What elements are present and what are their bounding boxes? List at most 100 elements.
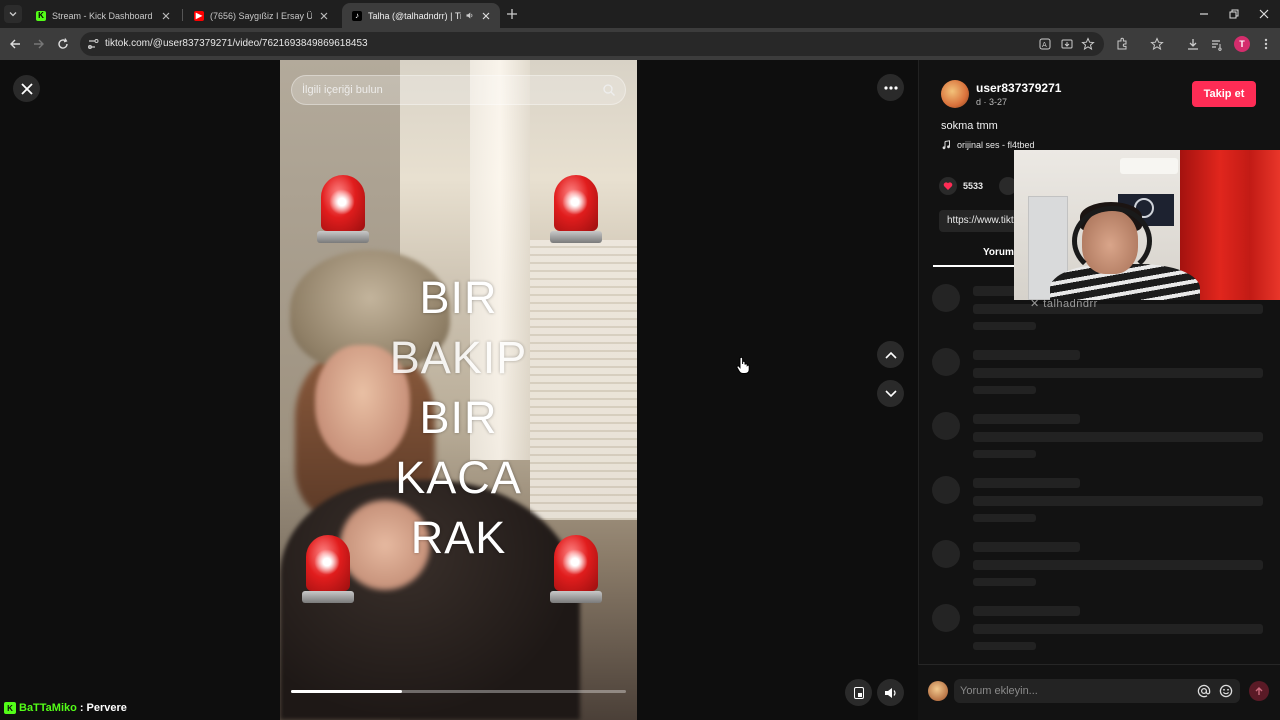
tiktok-icon: ♪ — [352, 10, 362, 21]
close-tab-icon[interactable] — [160, 10, 172, 22]
like-button[interactable]: 5533 — [939, 176, 983, 196]
comment-placeholder: Yorum ekleyin... — [960, 685, 1038, 697]
speaker-icon[interactable] — [465, 10, 474, 21]
volume-button[interactable] — [877, 679, 904, 706]
skeleton-bar — [973, 542, 1080, 552]
svg-text:A: A — [1042, 41, 1047, 49]
bookmark-star-icon[interactable] — [1081, 37, 1095, 51]
search-placeholder: İlgili içeriği bulun — [302, 84, 383, 96]
stream-chat-message: K BaTTaMiko : Pervere — [4, 702, 127, 714]
restore-icon[interactable] — [1227, 7, 1241, 21]
close-player-button[interactable] — [13, 75, 40, 102]
follow-button[interactable]: Takip et — [1192, 81, 1256, 107]
webcam-watermark: ✕ talhadndrr — [1030, 297, 1098, 310]
browser-tab-youtube[interactable]: ▶ (7656) Saygıßiz I Ersay Üner, Gü — [184, 3, 338, 28]
emoji-icon[interactable] — [1219, 684, 1233, 698]
minimize-icon[interactable] — [1197, 7, 1211, 21]
chevron-down-icon — [884, 389, 897, 397]
close-window-icon[interactable] — [1257, 7, 1271, 21]
browser-tab-tiktok[interactable]: ♪ Talha (@talhadndrr) | TikTok — [342, 3, 500, 28]
video-caption-overlay: BIR BAKIP BIR KACA RAK — [280, 268, 637, 568]
mention-icon[interactable] — [1197, 684, 1211, 698]
download-icon[interactable] — [1186, 37, 1200, 51]
send-comment-button[interactable] — [1249, 681, 1269, 701]
previous-video-button[interactable] — [877, 341, 904, 368]
more-vertical-icon[interactable] — [1259, 37, 1273, 51]
forward-arrow-icon[interactable] — [32, 37, 46, 51]
author-username[interactable]: user837379271 — [976, 81, 1061, 95]
bookmarks-icon[interactable] — [1150, 37, 1164, 51]
floating-player-button[interactable] — [845, 679, 872, 706]
skeleton-bar — [973, 624, 1263, 634]
music-title: orijinal ses - fl4tbed — [957, 140, 1035, 150]
new-tab-icon[interactable] — [505, 7, 519, 21]
close-tab-icon[interactable] — [318, 10, 330, 22]
extensions-icon[interactable] — [1115, 37, 1129, 51]
skeleton-avatar — [932, 284, 960, 312]
kick-icon: K — [36, 10, 46, 21]
reload-icon[interactable] — [56, 37, 70, 51]
active-tab-underline — [933, 265, 1023, 267]
related-search-input[interactable]: İlgili içeriği bulun — [291, 75, 626, 105]
skeleton-bar — [973, 578, 1036, 586]
music-note-icon — [942, 140, 950, 150]
music-link[interactable]: orijinal ses - fl4tbed — [941, 140, 1035, 150]
address-bar[interactable]: tiktok.com/@user837379271/video/76216938… — [80, 32, 1104, 56]
video-description: sokma tmm — [941, 120, 998, 132]
volume-icon — [884, 687, 896, 698]
video-frame[interactable]: BIR BAKIP BIR KACA RAK İlgili içeriği bu… — [280, 60, 637, 720]
url-text: tiktok.com/@user837379271/video/76216938… — [105, 38, 368, 49]
skeleton-avatar — [932, 412, 960, 440]
skeleton-avatar — [932, 476, 960, 504]
like-count: 5533 — [963, 181, 984, 191]
watermark-handle: talhadndrr — [1043, 298, 1098, 310]
profile-avatar[interactable]: T — [1234, 36, 1250, 52]
browser-tab-kick[interactable]: K Stream - Kick Dashboard — [26, 3, 180, 28]
tab-title: Stream - Kick Dashboard — [52, 10, 153, 21]
media-control-icon[interactable] — [1210, 37, 1224, 51]
video-progress-bar[interactable] — [291, 690, 626, 693]
close-tab-icon[interactable] — [480, 10, 492, 22]
more-options-button[interactable] — [877, 74, 904, 101]
chevron-down-icon — [9, 12, 17, 17]
screen: K Stream - Kick Dashboard ▶ (7656) Saygı… — [0, 0, 1280, 720]
chat-separator: : — [79, 702, 84, 714]
author-subline: d · 3-27 — [976, 97, 1008, 107]
webcam-headset — [1072, 206, 1152, 276]
caption-line: BIR — [419, 272, 498, 323]
skeleton-bar — [973, 432, 1263, 442]
skeleton-avatar — [932, 540, 960, 568]
close-icon — [20, 82, 33, 95]
author-avatar[interactable] — [941, 80, 969, 108]
skeleton-bar — [973, 386, 1036, 394]
next-video-button[interactable] — [877, 380, 904, 407]
chevron-up-icon — [884, 351, 897, 359]
mouse-pointer-hand-icon — [736, 357, 750, 374]
video-progress-fill — [291, 690, 402, 693]
site-info-icon[interactable] — [86, 37, 100, 51]
skeleton-avatar — [932, 604, 960, 632]
caption-line: RAK — [410, 512, 507, 563]
tab-title: Talha (@talhadndrr) | TikTok — [368, 10, 461, 21]
more-horizontal-icon — [883, 85, 898, 90]
picture-in-picture-icon — [853, 686, 864, 699]
caption-line: KACA — [395, 452, 522, 503]
skeleton-bar — [973, 606, 1080, 616]
install-app-icon[interactable] — [1060, 37, 1074, 51]
skeleton-bar — [973, 304, 1263, 314]
skeleton-bar — [973, 496, 1263, 506]
browser-toolbar: tiktok.com/@user837379271/video/76216938… — [0, 28, 1280, 60]
skeleton-bar — [973, 514, 1036, 522]
kick-badge-icon: K — [4, 702, 16, 714]
back-arrow-icon[interactable] — [8, 37, 22, 51]
arrow-up-icon — [1255, 687, 1263, 695]
browser-tab-bar: K Stream - Kick Dashboard ▶ (7656) Saygı… — [0, 0, 1280, 28]
skeleton-bar — [973, 350, 1080, 360]
webcam-air-conditioner — [1120, 158, 1178, 174]
skeleton-bar — [973, 478, 1080, 488]
skeleton-bar — [973, 450, 1036, 458]
tab-search-button[interactable] — [4, 5, 22, 23]
streamer-webcam — [1014, 150, 1280, 300]
translate-icon[interactable]: A — [1038, 37, 1052, 51]
search-icon[interactable] — [602, 83, 616, 97]
